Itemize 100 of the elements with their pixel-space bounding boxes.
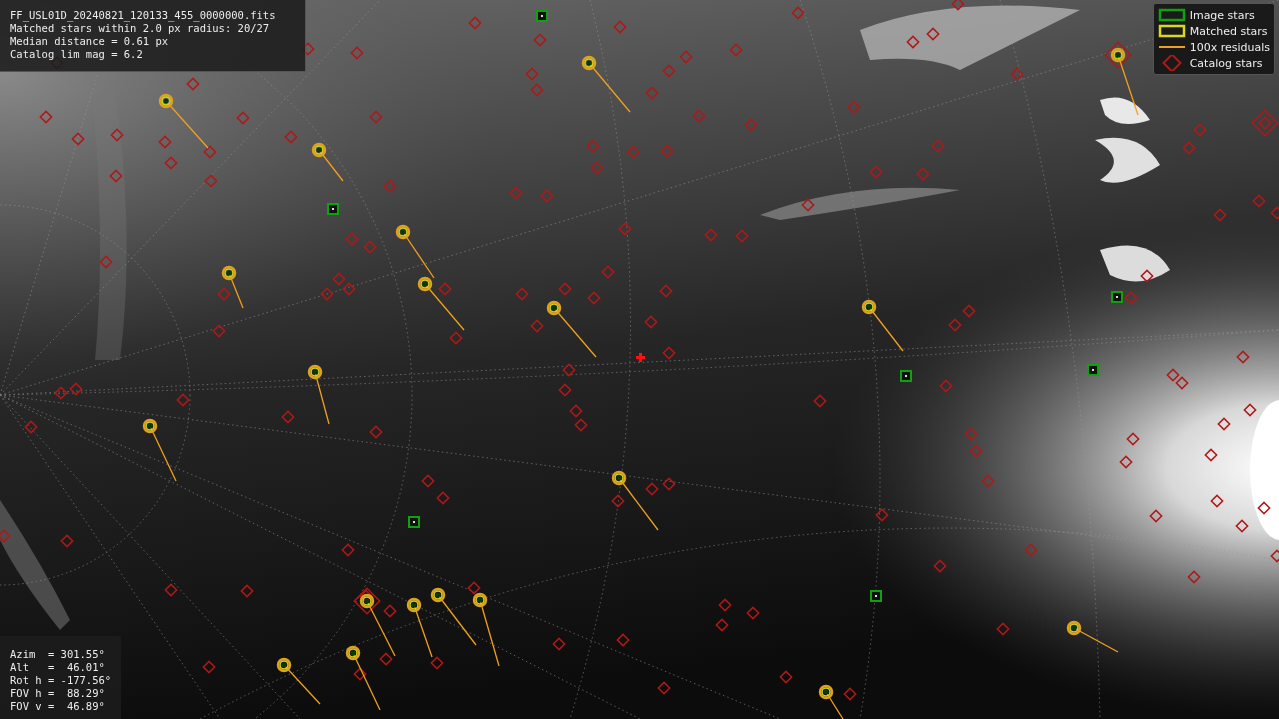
matched-star-marker bbox=[158, 93, 174, 109]
catalog-star-marker bbox=[1270, 206, 1279, 220]
catalog-star-marker bbox=[996, 622, 1010, 636]
catalog-star-marker bbox=[933, 559, 947, 573]
catalog-star-marker bbox=[964, 427, 978, 441]
catalog-star-marker bbox=[1243, 403, 1257, 417]
info-text: Median distance = 0.61 px bbox=[10, 35, 170, 48]
matched-star-marker bbox=[311, 142, 327, 158]
catalog-star-marker bbox=[611, 494, 625, 508]
catalog-star-marker bbox=[533, 33, 547, 47]
catalog-star-marker bbox=[616, 633, 630, 647]
pointing-text: Rot h = -177.56° bbox=[10, 674, 112, 687]
catalog-star-marker bbox=[204, 174, 218, 188]
catalog-star-marker bbox=[1213, 208, 1227, 222]
catalog-star-marker bbox=[217, 287, 231, 301]
catalog-star-marker bbox=[552, 637, 566, 651]
catalog-star-marker bbox=[813, 394, 827, 408]
catalog-star-marker bbox=[164, 583, 178, 597]
catalog-star-marker bbox=[601, 265, 615, 279]
catalog-star-marker bbox=[1182, 141, 1196, 155]
pointing-text: Azim = 301.55° bbox=[10, 648, 106, 661]
catalog-star-marker bbox=[1193, 123, 1207, 137]
catalog-star-marker bbox=[421, 474, 435, 488]
catalog-star-marker bbox=[345, 232, 359, 246]
catalog-star-marker bbox=[99, 255, 113, 269]
catalog-star-marker bbox=[342, 282, 356, 296]
legend-label: Matched stars bbox=[1189, 24, 1268, 38]
catalog-star-marker bbox=[626, 145, 640, 159]
catalog-star-marker bbox=[869, 165, 883, 179]
catalog-star-marker bbox=[438, 282, 452, 296]
catalog-star-marker bbox=[715, 618, 729, 632]
info-text: Catalog lim mag = 6.2 bbox=[10, 48, 144, 61]
residual-line bbox=[413, 604, 433, 658]
catalog-star-marker bbox=[562, 363, 576, 377]
residual-line bbox=[479, 599, 500, 667]
catalog-star-marker bbox=[746, 606, 760, 620]
catalog-star-marker bbox=[735, 229, 749, 243]
catalog-star-marker bbox=[679, 50, 693, 64]
catalog-star-marker bbox=[436, 491, 450, 505]
residual-line bbox=[366, 600, 396, 657]
residual-line bbox=[352, 652, 381, 711]
catalog-star-marker bbox=[39, 110, 53, 124]
catalog-star-marker bbox=[569, 404, 583, 418]
catalog-star-marker bbox=[515, 287, 529, 301]
catalog-star-marker bbox=[284, 130, 298, 144]
catalog-star-marker bbox=[704, 228, 718, 242]
residual-line bbox=[553, 307, 597, 358]
catalog-star-marker bbox=[54, 386, 68, 400]
catalog-star-marker bbox=[645, 86, 659, 100]
catalog-star-marker bbox=[744, 118, 758, 132]
catalog-star-marker bbox=[926, 27, 940, 41]
catalog-star-marker bbox=[875, 508, 889, 522]
catalog-star-marker bbox=[931, 139, 945, 153]
catalog-star-marker bbox=[558, 383, 572, 397]
catalog-star-marker bbox=[449, 331, 463, 345]
catalog-star-marker bbox=[369, 425, 383, 439]
catalog-star-marker bbox=[981, 474, 995, 488]
catalog-star-marker bbox=[158, 135, 172, 149]
matched-star-marker bbox=[861, 299, 877, 315]
catalog-star-marker bbox=[1149, 509, 1163, 523]
pointing-text: FOV h = 88.29° bbox=[10, 687, 106, 700]
catalog-star-marker bbox=[1124, 291, 1138, 305]
catalog-star-marker bbox=[164, 156, 178, 170]
catalog-star-marker bbox=[729, 43, 743, 57]
matched-star-marker bbox=[395, 224, 411, 240]
catalog-star-marker bbox=[644, 315, 658, 329]
matched-star-marker bbox=[818, 684, 834, 700]
legend-label: Image stars bbox=[1189, 8, 1255, 22]
matched-star-marker bbox=[1110, 47, 1126, 63]
catalog-star-marker bbox=[718, 598, 732, 612]
catalog-star-marker bbox=[847, 100, 861, 114]
catalog-star-marker bbox=[657, 681, 671, 695]
matched-star-marker bbox=[581, 55, 597, 71]
residual-line bbox=[314, 371, 330, 425]
catalog-star-marker bbox=[843, 687, 857, 701]
catalog-star-marker bbox=[332, 272, 346, 286]
catalog-star-marker bbox=[379, 652, 393, 666]
info-text: FF_USL01D_20240821_120133_455_0000000.fits bbox=[10, 9, 277, 22]
catalog-star-marker bbox=[574, 418, 588, 432]
catalog-star-marker bbox=[353, 667, 367, 681]
residual-line bbox=[1073, 627, 1119, 653]
catalog-star-marker bbox=[69, 382, 83, 396]
catalog-star-marker bbox=[645, 482, 659, 496]
catalog-star-marker bbox=[71, 132, 85, 146]
catalog-star-marker bbox=[916, 167, 930, 181]
matched-star-marker bbox=[611, 470, 627, 486]
catalog-star-marker bbox=[948, 318, 962, 332]
catalog-star-marker bbox=[320, 287, 334, 301]
legend-label: Catalog stars bbox=[1189, 56, 1263, 70]
matched-star-marker bbox=[276, 657, 292, 673]
catalog-star-marker bbox=[212, 324, 226, 338]
residual-line bbox=[437, 594, 477, 646]
residual-line bbox=[588, 62, 631, 113]
catalog-star-marker bbox=[186, 77, 200, 91]
catalog-star-marker bbox=[1166, 368, 1180, 382]
matched-star-marker bbox=[546, 300, 562, 316]
catalog-star-marker bbox=[281, 410, 295, 424]
catalog-star-marker bbox=[791, 6, 805, 20]
catalog-star-marker bbox=[540, 189, 554, 203]
catalog-star-marker bbox=[613, 20, 627, 34]
